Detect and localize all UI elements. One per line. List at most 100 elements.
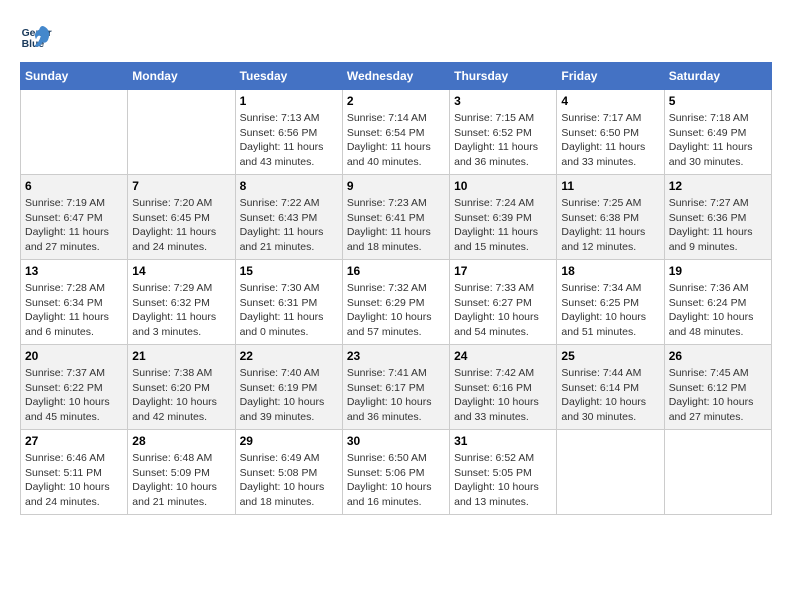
day-number: 18	[561, 264, 659, 278]
weekday-header-wednesday: Wednesday	[342, 63, 449, 90]
day-detail: Sunrise: 7:28 AMSunset: 6:34 PMDaylight:…	[25, 281, 123, 340]
calendar-cell: 20 Sunrise: 7:37 AMSunset: 6:22 PMDayligh…	[21, 345, 128, 430]
calendar-cell	[21, 90, 128, 175]
day-number: 20	[25, 349, 123, 363]
calendar-week-row: 27 Sunrise: 6:46 AMSunset: 5:11 PMDayligh…	[21, 430, 772, 515]
calendar-cell: 19 Sunrise: 7:36 AMSunset: 6:24 PMDayligh…	[664, 260, 771, 345]
day-detail: Sunrise: 7:17 AMSunset: 6:50 PMDaylight:…	[561, 111, 659, 170]
calendar-cell: 23 Sunrise: 7:41 AMSunset: 6:17 PMDayligh…	[342, 345, 449, 430]
day-number: 17	[454, 264, 552, 278]
calendar-week-row: 20 Sunrise: 7:37 AMSunset: 6:22 PMDayligh…	[21, 345, 772, 430]
day-detail: Sunrise: 7:20 AMSunset: 6:45 PMDaylight:…	[132, 196, 230, 255]
calendar-cell: 7 Sunrise: 7:20 AMSunset: 6:45 PMDaylight…	[128, 175, 235, 260]
calendar-cell: 10 Sunrise: 7:24 AMSunset: 6:39 PMDayligh…	[450, 175, 557, 260]
day-number: 2	[347, 94, 445, 108]
day-detail: Sunrise: 7:23 AMSunset: 6:41 PMDaylight:…	[347, 196, 445, 255]
day-detail: Sunrise: 7:18 AMSunset: 6:49 PMDaylight:…	[669, 111, 767, 170]
calendar-cell: 3 Sunrise: 7:15 AMSunset: 6:52 PMDaylight…	[450, 90, 557, 175]
day-detail: Sunrise: 7:29 AMSunset: 6:32 PMDaylight:…	[132, 281, 230, 340]
day-number: 22	[240, 349, 338, 363]
day-number: 30	[347, 434, 445, 448]
day-number: 26	[669, 349, 767, 363]
calendar-cell: 6Sunrise: 7:19 AMSunset: 6:47 PMDaylight…	[21, 175, 128, 260]
calendar-cell: 27 Sunrise: 6:46 AMSunset: 5:11 PMDayligh…	[21, 430, 128, 515]
day-detail: Sunrise: 6:48 AMSunset: 5:09 PMDaylight:…	[132, 451, 230, 510]
calendar-cell: 1 Sunrise: 7:13 AMSunset: 6:56 PMDaylight…	[235, 90, 342, 175]
calendar-cell: 17 Sunrise: 7:33 AMSunset: 6:27 PMDayligh…	[450, 260, 557, 345]
day-number: 28	[132, 434, 230, 448]
day-detail: Sunrise: 7:30 AMSunset: 6:31 PMDaylight:…	[240, 281, 338, 340]
calendar-cell: 21 Sunrise: 7:38 AMSunset: 6:20 PMDayligh…	[128, 345, 235, 430]
weekday-header-saturday: Saturday	[664, 63, 771, 90]
day-number: 4	[561, 94, 659, 108]
day-detail: Sunrise: 7:37 AMSunset: 6:22 PMDaylight:…	[25, 366, 123, 425]
day-detail: Sunrise: 7:44 AMSunset: 6:14 PMDaylight:…	[561, 366, 659, 425]
calendar-table: SundayMondayTuesdayWednesdayThursdayFrid…	[20, 62, 772, 515]
day-detail: Sunrise: 7:32 AMSunset: 6:29 PMDaylight:…	[347, 281, 445, 340]
calendar-cell: 25Sunrise: 7:44 AMSunset: 6:14 PMDayligh…	[557, 345, 664, 430]
calendar-week-row: 1 Sunrise: 7:13 AMSunset: 6:56 PMDaylight…	[21, 90, 772, 175]
day-detail: Sunrise: 7:34 AMSunset: 6:25 PMDaylight:…	[561, 281, 659, 340]
day-number: 8	[240, 179, 338, 193]
day-number: 27	[25, 434, 123, 448]
day-number: 12	[669, 179, 767, 193]
calendar-cell: 31Sunrise: 6:52 AMSunset: 5:05 PMDayligh…	[450, 430, 557, 515]
calendar-cell	[128, 90, 235, 175]
calendar-cell: 8 Sunrise: 7:22 AMSunset: 6:43 PMDaylight…	[235, 175, 342, 260]
calendar-week-row: 6Sunrise: 7:19 AMSunset: 6:47 PMDaylight…	[21, 175, 772, 260]
calendar-cell: 30Sunrise: 6:50 AMSunset: 5:06 PMDayligh…	[342, 430, 449, 515]
day-detail: Sunrise: 7:25 AMSunset: 6:38 PMDaylight:…	[561, 196, 659, 255]
day-number: 24	[454, 349, 552, 363]
day-number: 31	[454, 434, 552, 448]
calendar-cell: 16 Sunrise: 7:32 AMSunset: 6:29 PMDayligh…	[342, 260, 449, 345]
day-number: 19	[669, 264, 767, 278]
day-detail: Sunrise: 7:13 AMSunset: 6:56 PMDaylight:…	[240, 111, 338, 170]
day-number: 11	[561, 179, 659, 193]
day-detail: Sunrise: 6:46 AMSunset: 5:11 PMDaylight:…	[25, 451, 123, 510]
calendar-cell: 5 Sunrise: 7:18 AMSunset: 6:49 PMDaylight…	[664, 90, 771, 175]
calendar-cell: 26 Sunrise: 7:45 AMSunset: 6:12 PMDayligh…	[664, 345, 771, 430]
day-number: 13	[25, 264, 123, 278]
day-number: 9	[347, 179, 445, 193]
calendar-cell: 29 Sunrise: 6:49 AMSunset: 5:08 PMDayligh…	[235, 430, 342, 515]
calendar-cell: 15 Sunrise: 7:30 AMSunset: 6:31 PMDayligh…	[235, 260, 342, 345]
weekday-header-thursday: Thursday	[450, 63, 557, 90]
day-number: 29	[240, 434, 338, 448]
calendar-cell	[664, 430, 771, 515]
weekday-header-row: SundayMondayTuesdayWednesdayThursdayFrid…	[21, 63, 772, 90]
weekday-header-sunday: Sunday	[21, 63, 128, 90]
day-detail: Sunrise: 7:27 AMSunset: 6:36 PMDaylight:…	[669, 196, 767, 255]
calendar-cell: 28 Sunrise: 6:48 AMSunset: 5:09 PMDayligh…	[128, 430, 235, 515]
calendar-cell: 13 Sunrise: 7:28 AMSunset: 6:34 PMDayligh…	[21, 260, 128, 345]
day-detail: Sunrise: 7:45 AMSunset: 6:12 PMDaylight:…	[669, 366, 767, 425]
day-detail: Sunrise: 6:49 AMSunset: 5:08 PMDaylight:…	[240, 451, 338, 510]
day-number: 15	[240, 264, 338, 278]
day-number: 21	[132, 349, 230, 363]
day-number: 1	[240, 94, 338, 108]
day-detail: Sunrise: 7:36 AMSunset: 6:24 PMDaylight:…	[669, 281, 767, 340]
day-detail: Sunrise: 7:40 AMSunset: 6:19 PMDaylight:…	[240, 366, 338, 425]
calendar-cell: 2Sunrise: 7:14 AMSunset: 6:54 PMDaylight…	[342, 90, 449, 175]
day-detail: Sunrise: 7:22 AMSunset: 6:43 PMDaylight:…	[240, 196, 338, 255]
calendar-cell: 14 Sunrise: 7:29 AMSunset: 6:32 PMDayligh…	[128, 260, 235, 345]
calendar-cell	[557, 430, 664, 515]
day-detail: Sunrise: 7:24 AMSunset: 6:39 PMDaylight:…	[454, 196, 552, 255]
day-number: 7	[132, 179, 230, 193]
calendar-week-row: 13 Sunrise: 7:28 AMSunset: 6:34 PMDayligh…	[21, 260, 772, 345]
weekday-header-friday: Friday	[557, 63, 664, 90]
day-detail: Sunrise: 7:33 AMSunset: 6:27 PMDaylight:…	[454, 281, 552, 340]
day-number: 10	[454, 179, 552, 193]
day-number: 14	[132, 264, 230, 278]
day-number: 3	[454, 94, 552, 108]
day-detail: Sunrise: 7:42 AMSunset: 6:16 PMDaylight:…	[454, 366, 552, 425]
day-detail: Sunrise: 7:38 AMSunset: 6:20 PMDaylight:…	[132, 366, 230, 425]
day-detail: Sunrise: 7:41 AMSunset: 6:17 PMDaylight:…	[347, 366, 445, 425]
weekday-header-monday: Monday	[128, 63, 235, 90]
day-detail: Sunrise: 7:15 AMSunset: 6:52 PMDaylight:…	[454, 111, 552, 170]
calendar-cell: 22 Sunrise: 7:40 AMSunset: 6:19 PMDayligh…	[235, 345, 342, 430]
day-number: 16	[347, 264, 445, 278]
day-number: 23	[347, 349, 445, 363]
weekday-header-tuesday: Tuesday	[235, 63, 342, 90]
day-number: 5	[669, 94, 767, 108]
logo: General Blue	[20, 20, 56, 52]
